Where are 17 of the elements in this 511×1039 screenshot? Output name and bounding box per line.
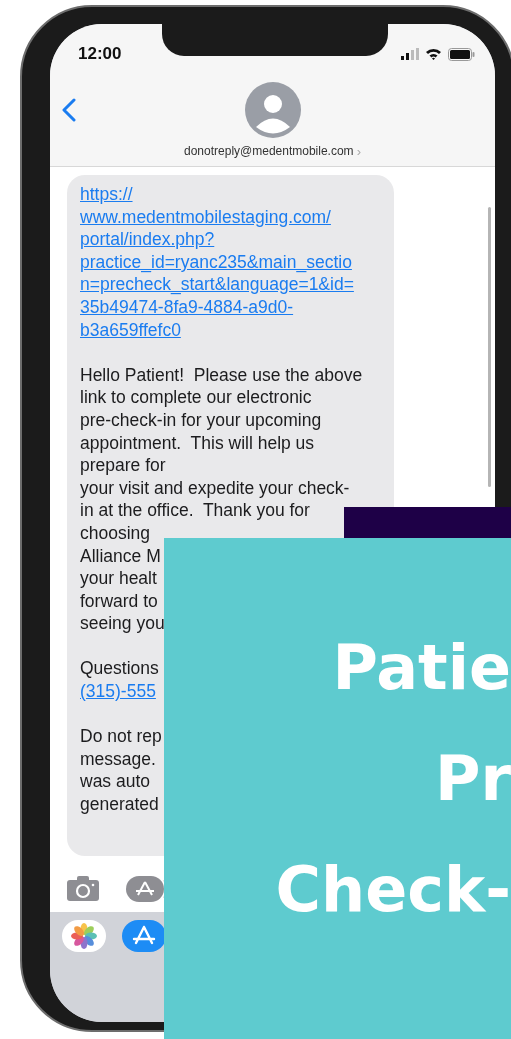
wifi-icon xyxy=(425,48,442,60)
message-text: Do not rep message. was auto generated xyxy=(80,725,163,816)
message-link[interactable]: https:// www.medentmobilestaging.com/ portal/index.php? practice_id=ryanc235&main_sectio n=precheck_start&language=1&id= 35b49474-8fa9-4884-a9d0- b3a659ffefc0 xyxy=(80,183,354,342)
contact-address[interactable]: donotreply@medentmobile.com xyxy=(184,144,354,158)
flower-icon xyxy=(71,922,97,949)
status-time: 12:00 xyxy=(78,44,122,64)
battery-icon xyxy=(448,47,475,61)
back-icon[interactable] xyxy=(62,98,76,122)
phone-link[interactable]: (315)-555 xyxy=(80,680,156,703)
avatar-icon[interactable] xyxy=(244,82,301,138)
app-store-button[interactable] xyxy=(122,919,166,952)
signal-icon xyxy=(401,48,419,60)
camera-icon[interactable] xyxy=(66,875,100,902)
banner-title: Check- xyxy=(275,852,511,928)
photos-app-button[interactable] xyxy=(62,919,106,952)
banner-title: Pr xyxy=(434,741,511,817)
chevron-icon[interactable]: › xyxy=(356,144,361,158)
